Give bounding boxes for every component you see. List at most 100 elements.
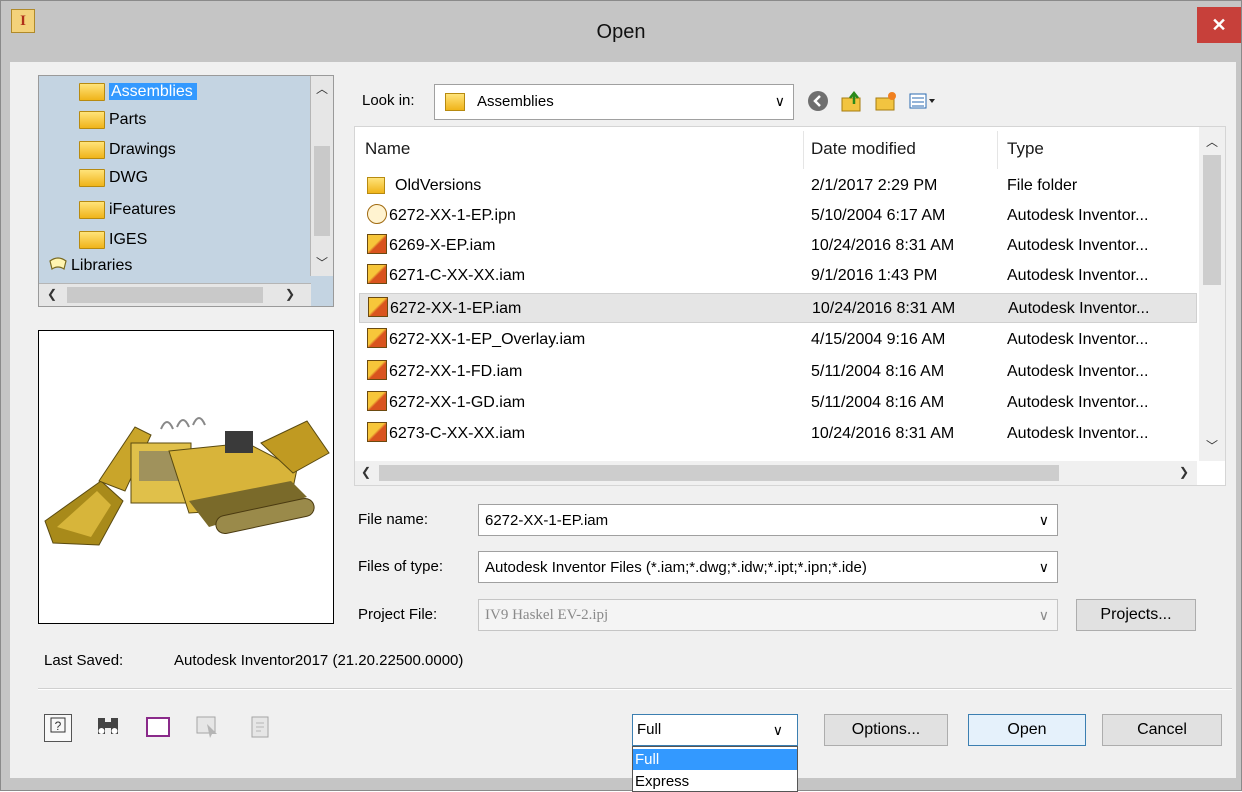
- column-header-name[interactable]: Name: [365, 127, 410, 171]
- file-row[interactable]: OldVersions 2/1/2017 2:29 PM File folder: [359, 171, 1197, 201]
- folder-icon: [79, 200, 105, 219]
- tree-item-label: DWG: [109, 169, 149, 186]
- file-name: 6272-XX-1-GD.iam: [389, 394, 526, 411]
- open-mode-options-list[interactable]: Full Express: [632, 746, 798, 792]
- open-mode-option-express[interactable]: Express: [633, 771, 797, 792]
- new-document-icon[interactable]: [144, 714, 172, 742]
- tree-item-label: IGES: [109, 231, 148, 248]
- tree-item-label: Assemblies: [109, 83, 197, 100]
- assembly-file-icon: [367, 391, 387, 411]
- files-of-type-label: Files of type:: [358, 558, 444, 575]
- file-row[interactable]: 6272-XX-1-EP.ipn 5/10/2004 6:17 AM Autod…: [359, 201, 1197, 231]
- file-row[interactable]: 6272-XX-1-EP_Overlay.iam 4/15/2004 9:16 …: [359, 325, 1197, 355]
- file-list-vertical-scrollbar[interactable]: ︿ ﹀: [1199, 127, 1225, 461]
- projects-button[interactable]: Projects...: [1076, 599, 1196, 631]
- tree-item-label: Drawings: [109, 141, 176, 158]
- file-name: 6272-XX-1-EP.ipn: [389, 207, 516, 224]
- assembly-file-icon: [367, 234, 387, 254]
- file-list-horizontal-scrollbar[interactable]: ❮ ❯: [355, 461, 1197, 485]
- properties-icon-disabled: [246, 714, 274, 742]
- tree-item-label: Parts: [109, 111, 147, 128]
- folder-icon: [79, 168, 105, 187]
- file-type: Autodesk Inventor...: [1007, 425, 1149, 442]
- scroll-up-arrow-icon[interactable]: ︿: [1206, 133, 1218, 150]
- svg-text:?: ?: [55, 719, 62, 733]
- column-divider[interactable]: [997, 131, 998, 169]
- file-name: 6272-XX-1-FD.iam: [389, 363, 523, 380]
- file-name: 6269-X-EP.iam: [389, 237, 496, 254]
- scroll-left-arrow-icon[interactable]: ❮: [361, 465, 371, 479]
- tree-horizontal-scroll-thumb[interactable]: [67, 287, 263, 303]
- chevron-down-icon: ∨: [1038, 559, 1049, 575]
- assembly-file-icon: [367, 264, 387, 284]
- file-type: File folder: [1007, 177, 1078, 194]
- up-folder-icon[interactable]: [840, 90, 864, 114]
- file-row[interactable]: 6271-C-XX-XX.iam 9/1/2016 1:43 PM Autode…: [359, 261, 1197, 291]
- look-in-label: Look in:: [362, 92, 415, 109]
- tree-item-iges[interactable]: IGES: [79, 228, 147, 252]
- folder-tree[interactable]: Assemblies Parts Drawings DWG iFeatures …: [38, 75, 334, 307]
- look-in-dropdown[interactable]: Assemblies ∨: [434, 84, 794, 120]
- file-name-label: File name:: [358, 511, 429, 528]
- trencher-preview-image: [44, 417, 330, 546]
- select-cursor-icon-disabled: [194, 714, 222, 742]
- title-bar: I Open ✕: [1, 1, 1241, 63]
- file-type: Autodesk Inventor...: [1007, 363, 1149, 380]
- file-name-value: 6272-XX-1-EP.iam: [485, 512, 609, 529]
- back-icon[interactable]: [806, 90, 830, 114]
- open-mode-option-full[interactable]: Full: [633, 749, 797, 770]
- file-row-selected[interactable]: 6272-XX-1-EP.iam 10/24/2016 8:31 AM Auto…: [359, 293, 1197, 323]
- scroll-down-arrow-icon[interactable]: ﹀: [316, 254, 328, 271]
- file-name: 6273-C-XX-XX.iam: [389, 425, 526, 442]
- options-button[interactable]: Options...: [824, 714, 948, 746]
- tree-vertical-scrollbar[interactable]: ︿ ﹀: [310, 76, 333, 276]
- file-row[interactable]: 6272-XX-1-FD.iam 5/11/2004 8:16 AM Autod…: [359, 357, 1197, 387]
- new-folder-icon[interactable]: [874, 90, 898, 114]
- tree-item-libraries[interactable]: Libraries: [49, 256, 132, 276]
- file-name-input[interactable]: 6272-XX-1-EP.iam ∨: [478, 504, 1058, 536]
- find-binoculars-icon[interactable]: [94, 714, 122, 742]
- file-row[interactable]: 6273-C-XX-XX.iam 10/24/2016 8:31 AM Auto…: [359, 419, 1197, 449]
- last-saved-value: Autodesk Inventor2017 (21.20.22500.0000): [174, 652, 464, 669]
- divider: [38, 688, 1232, 690]
- views-menu-icon[interactable]: [908, 90, 938, 114]
- column-header-type[interactable]: Type: [1007, 127, 1044, 171]
- last-saved-label: Last Saved:: [44, 652, 124, 669]
- assembly-file-icon: [368, 297, 388, 317]
- tree-item-dwg[interactable]: DWG: [79, 166, 148, 190]
- tree-item-label: iFeatures: [109, 201, 176, 218]
- tree-vertical-scroll-thumb[interactable]: [314, 146, 330, 236]
- chevron-down-icon: ∨: [1038, 607, 1049, 623]
- chevron-down-icon[interactable]: ∨: [1039, 512, 1049, 529]
- file-list-vertical-scroll-thumb[interactable]: [1203, 155, 1221, 285]
- tree-item-drawings[interactable]: Drawings: [79, 138, 176, 162]
- close-button[interactable]: ✕: [1197, 7, 1241, 43]
- help-icon[interactable]: ?: [44, 714, 72, 742]
- scroll-up-arrow-icon[interactable]: ︿: [316, 80, 328, 97]
- folder-icon: [79, 82, 105, 101]
- assembly-file-icon: [367, 328, 387, 348]
- open-button[interactable]: Open: [968, 714, 1086, 746]
- column-divider[interactable]: [803, 131, 804, 169]
- open-mode-value: Full: [637, 721, 662, 738]
- files-of-type-dropdown[interactable]: Autodesk Inventor Files (*.iam;*.dwg;*.i…: [478, 551, 1058, 583]
- open-mode-dropdown[interactable]: Full ∨: [632, 714, 798, 746]
- scroll-right-arrow-icon[interactable]: ❯: [1179, 465, 1189, 479]
- cancel-button[interactable]: Cancel: [1102, 714, 1222, 746]
- file-row[interactable]: 6269-X-EP.iam 10/24/2016 8:31 AM Autodes…: [359, 231, 1197, 261]
- folder-icon: [367, 177, 385, 194]
- scroll-left-arrow-icon[interactable]: ❮: [47, 287, 57, 301]
- tree-item-assemblies[interactable]: Assemblies: [79, 80, 197, 104]
- scroll-down-arrow-icon[interactable]: ﹀: [1206, 437, 1218, 454]
- libraries-icon: [49, 257, 67, 270]
- tree-item-label: Libraries: [71, 257, 133, 274]
- file-list[interactable]: Name Date modified Type OldVersions 2/1/…: [354, 126, 1226, 486]
- tree-horizontal-scrollbar[interactable]: ❮ ❯: [39, 283, 311, 306]
- scroll-right-arrow-icon[interactable]: ❯: [285, 287, 295, 301]
- file-row[interactable]: 6272-XX-1-GD.iam 5/11/2004 8:16 AM Autod…: [359, 388, 1197, 418]
- tree-item-parts[interactable]: Parts: [79, 108, 146, 132]
- tree-item-ifeatures[interactable]: iFeatures: [79, 198, 176, 222]
- file-list-horizontal-scroll-thumb[interactable]: [379, 465, 1059, 481]
- file-type: Autodesk Inventor...: [1007, 237, 1149, 254]
- column-header-date-modified[interactable]: Date modified: [811, 127, 916, 171]
